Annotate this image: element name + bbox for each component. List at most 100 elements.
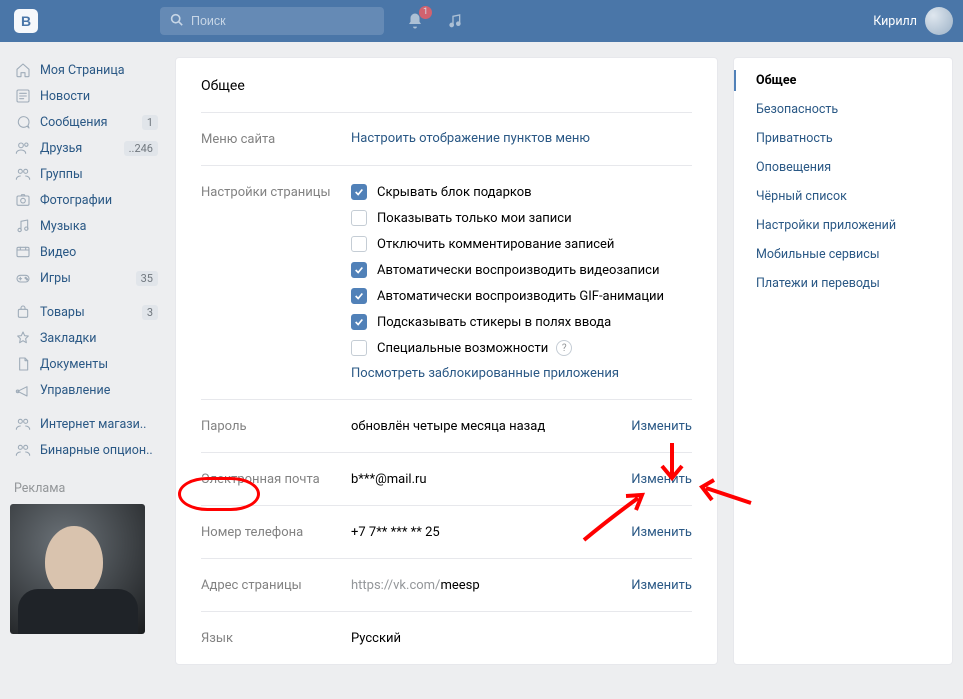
nav-label: Друзья [40, 141, 120, 156]
email-label: Электронная почта [201, 471, 351, 487]
checkbox-row[interactable]: Автоматически воспроизводить видеозаписи [351, 262, 692, 278]
settings-tab[interactable]: Общее [734, 66, 952, 95]
lang-value: Русский [351, 631, 692, 646]
games-icon [14, 269, 32, 287]
nav-label: Закладки [40, 331, 158, 346]
address-value: https://vk.com/meesp [351, 578, 631, 593]
checkbox-row[interactable]: Скрывать блок подарков [351, 184, 692, 200]
checkbox-row[interactable]: Подсказывать стикеры в полях ввода [351, 314, 692, 330]
checkbox-icon[interactable] [351, 340, 367, 356]
search-input[interactable] [191, 14, 361, 28]
blocked-apps-link[interactable]: Посмотреть заблокированные приложения [351, 366, 619, 381]
checkbox-row[interactable]: Отключить комментирование записей [351, 236, 692, 252]
nav-label: Музыка [40, 219, 158, 234]
nav-item-groups[interactable]: Бинарные опцион.. [10, 437, 160, 463]
section-menu: Меню сайта Настроить отображение пунктов… [201, 113, 692, 166]
checkbox-icon[interactable] [351, 262, 367, 278]
nav-item-home[interactable]: Моя Страница [10, 57, 160, 83]
nav-label: Бинарные опцион.. [40, 443, 158, 458]
lang-label: Язык [201, 630, 351, 646]
checkbox-label: Показывать только мои записи [377, 211, 572, 226]
groups-icon [14, 415, 32, 433]
settings-tab[interactable]: Мобильные сервисы [734, 240, 952, 269]
checkbox-row[interactable]: Специальные возможности ? [351, 340, 692, 356]
menu-settings-link[interactable]: Настроить отображение пунктов меню [351, 131, 590, 146]
nav-item-feed[interactable]: Новости [10, 83, 160, 109]
notifications-icon[interactable]: 1 [404, 10, 426, 32]
password-change-link[interactable]: Изменить [631, 419, 692, 434]
annotation-arrow-down [642, 438, 702, 488]
search-icon [170, 13, 183, 30]
user-avatar[interactable] [925, 7, 953, 35]
nav-item-groups[interactable]: Интернет магази.. [10, 411, 160, 437]
page-settings-label: Настройки страницы [201, 184, 351, 381]
password-value: обновлён четыре месяца назад [351, 419, 631, 434]
feed-icon [14, 87, 32, 105]
nav-item-msg[interactable]: Сообщения 1 [10, 109, 160, 135]
search-box[interactable] [160, 7, 384, 35]
nav-item-ads[interactable]: Управление [10, 377, 160, 403]
fav-icon [14, 329, 32, 347]
nav-label: Управление [40, 383, 158, 398]
checkbox-row[interactable]: Автоматически воспроизводить GIF-анимаци… [351, 288, 692, 304]
checkbox-label: Автоматически воспроизводить видеозаписи [377, 263, 659, 278]
msg-icon [14, 113, 32, 131]
settings-tab[interactable]: Оповещения [734, 153, 952, 182]
settings-tab[interactable]: Платежи и переводы [734, 269, 952, 298]
music-icon[interactable] [444, 10, 466, 32]
nav-count: ..246 [124, 141, 158, 156]
nav-label: Новости [40, 89, 158, 104]
checkbox-icon[interactable] [351, 210, 367, 226]
nav-label: Моя Страница [40, 63, 158, 78]
groups-icon [14, 165, 32, 183]
settings-tab[interactable]: Настройки приложений [734, 211, 952, 240]
nav-item-music[interactable]: Музыка [10, 213, 160, 239]
nav-item-video[interactable]: Видео [10, 239, 160, 265]
nav-item-friends[interactable]: Друзья ..246 [10, 135, 160, 161]
nav-item-fav[interactable]: Закладки [10, 325, 160, 351]
checkbox-row[interactable]: Показывать только мои записи [351, 210, 692, 226]
ad-image[interactable] [10, 504, 145, 634]
section-address: Адрес страницы https://vk.com/meesp Изме… [201, 559, 692, 612]
nav-item-games[interactable]: Игры 35 [10, 265, 160, 291]
menu-label: Меню сайта [201, 131, 351, 147]
checkbox-icon[interactable] [351, 236, 367, 252]
nav-label: Интернет магази.. [40, 417, 158, 432]
settings-tab[interactable]: Безопасность [734, 95, 952, 124]
home-icon [14, 61, 32, 79]
nav-item-market[interactable]: Товары 3 [10, 299, 160, 325]
left-sidebar: Моя Страница Новости Сообщения 1 Друзья … [10, 57, 160, 665]
nav-label: Товары [40, 305, 138, 320]
section-lang: Язык Русский [201, 612, 692, 664]
nav-item-photo[interactable]: Фотографии [10, 187, 160, 213]
checkbox-icon[interactable] [351, 184, 367, 200]
music-icon [14, 217, 32, 235]
email-value: b***@mail.ru [351, 472, 631, 487]
nav-label: Фотографии [40, 193, 158, 208]
nav-item-groups[interactable]: Группы [10, 161, 160, 187]
address-change-link[interactable]: Изменить [631, 578, 692, 593]
video-icon [14, 243, 32, 261]
page-title: Общее [201, 78, 692, 113]
svg-text:B: B [21, 13, 31, 29]
checkbox-icon[interactable] [351, 288, 367, 304]
nav-item-docs[interactable]: Документы [10, 351, 160, 377]
settings-tab[interactable]: Приватность [734, 124, 952, 153]
nav-count: 1 [142, 115, 158, 130]
nav-count: 35 [136, 271, 158, 286]
annotation-arrow-upright [578, 490, 658, 550]
market-icon [14, 303, 32, 321]
vk-logo[interactable]: B [12, 7, 40, 35]
nav-count: 3 [142, 305, 158, 320]
checkbox-label: Отключить комментирование записей [377, 237, 614, 252]
friends-icon [14, 139, 32, 157]
section-page-settings: Настройки страницы Скрывать блок подарко… [201, 166, 692, 400]
notifications-badge: 1 [419, 6, 432, 19]
phone-label: Номер телефона [201, 524, 351, 540]
checkbox-icon[interactable] [351, 314, 367, 330]
section-password: Пароль обновлён четыре месяца назад Изме… [201, 400, 692, 453]
settings-tab[interactable]: Чёрный список [734, 182, 952, 211]
help-icon[interactable]: ? [556, 340, 572, 356]
username[interactable]: Кирилл [873, 14, 917, 29]
nav-label: Группы [40, 167, 158, 182]
